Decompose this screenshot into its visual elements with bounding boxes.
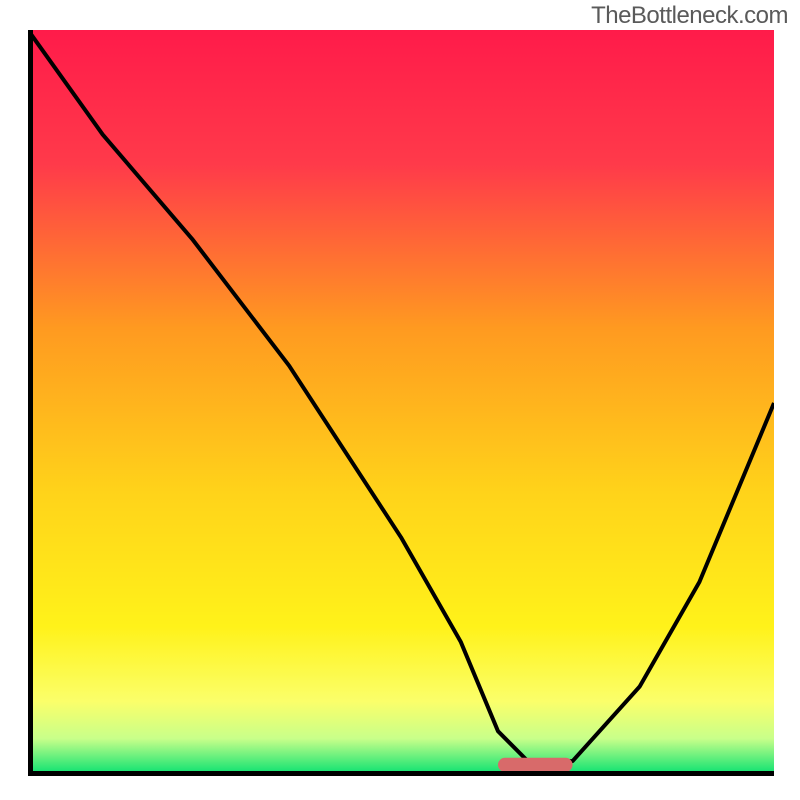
optimal-zone-marker <box>498 758 573 772</box>
chart-background-gradient <box>28 30 774 776</box>
watermark-text: TheBottleneck.com <box>591 2 788 30</box>
chart-plot-area <box>28 30 774 776</box>
bottleneck-chart-svg <box>28 30 774 776</box>
